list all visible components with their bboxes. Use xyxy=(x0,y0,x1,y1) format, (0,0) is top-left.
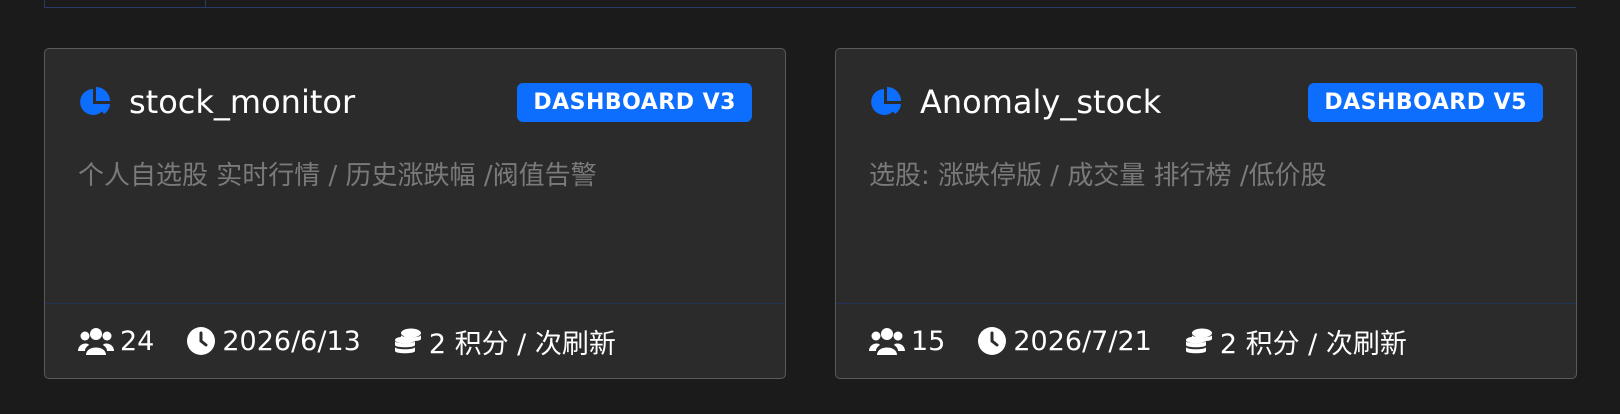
clock-icon xyxy=(187,327,216,355)
users-icon xyxy=(78,328,114,355)
coins-icon xyxy=(1185,328,1212,354)
coins-icon xyxy=(394,328,421,354)
dashboard-card[interactable]: Anomaly_stock DASHBOARD V5 选股: 涨跌停版 / 成交… xyxy=(835,48,1577,379)
dashboard-version-badge: DASHBOARD V3 xyxy=(517,82,752,122)
dashboard-version-badge: DASHBOARD V5 xyxy=(1308,82,1543,122)
pie-chart-icon xyxy=(871,87,901,115)
date-value: 2026/6/13 xyxy=(222,325,361,357)
tab-divider xyxy=(205,0,206,8)
card-footer: 15 2026/7/21 2 积分 / 次刷新 xyxy=(836,303,1576,378)
cost-stat: 2 积分 / 次刷新 xyxy=(1184,322,1407,361)
cost-value: 2 积分 / 次刷新 xyxy=(1219,328,1407,360)
card-title[interactable]: Anomaly_stock xyxy=(920,83,1308,121)
users-stat: 15 xyxy=(869,326,945,357)
date-value: 2026/7/21 xyxy=(1013,325,1152,357)
dashboard-card[interactable]: stock_monitor DASHBOARD V3 个人自选股 实时行情 / … xyxy=(44,48,786,379)
users-count: 15 xyxy=(911,325,946,357)
card-header: Anomaly_stock DASHBOARD V5 xyxy=(869,82,1543,122)
users-stat: 24 xyxy=(78,326,154,357)
date-stat: 2026/6/13 xyxy=(186,325,361,357)
date-stat: 2026/7/21 xyxy=(977,325,1152,357)
dashboard-card-list: stock_monitor DASHBOARD V3 个人自选股 实时行情 / … xyxy=(44,48,1577,379)
clock-icon xyxy=(978,327,1007,355)
cost-value: 2 积分 / 次刷新 xyxy=(428,328,616,360)
pie-chart-icon xyxy=(80,87,110,115)
users-icon xyxy=(869,328,905,355)
card-title[interactable]: stock_monitor xyxy=(129,83,517,121)
card-footer: 24 2026/6/13 2 积分 / 次刷新 xyxy=(45,303,785,378)
card-header: stock_monitor DASHBOARD V3 xyxy=(78,82,752,122)
cost-stat: 2 积分 / 次刷新 xyxy=(393,322,616,361)
users-count: 24 xyxy=(120,325,155,357)
top-tab-bar xyxy=(44,0,1576,8)
card-description: 个人自选股 实时行情 / 历史涨跌幅 /阀值告警 xyxy=(78,161,597,191)
card-description: 选股: 涨跌停版 / 成交量 排行榜 /低价股 xyxy=(869,161,1327,191)
